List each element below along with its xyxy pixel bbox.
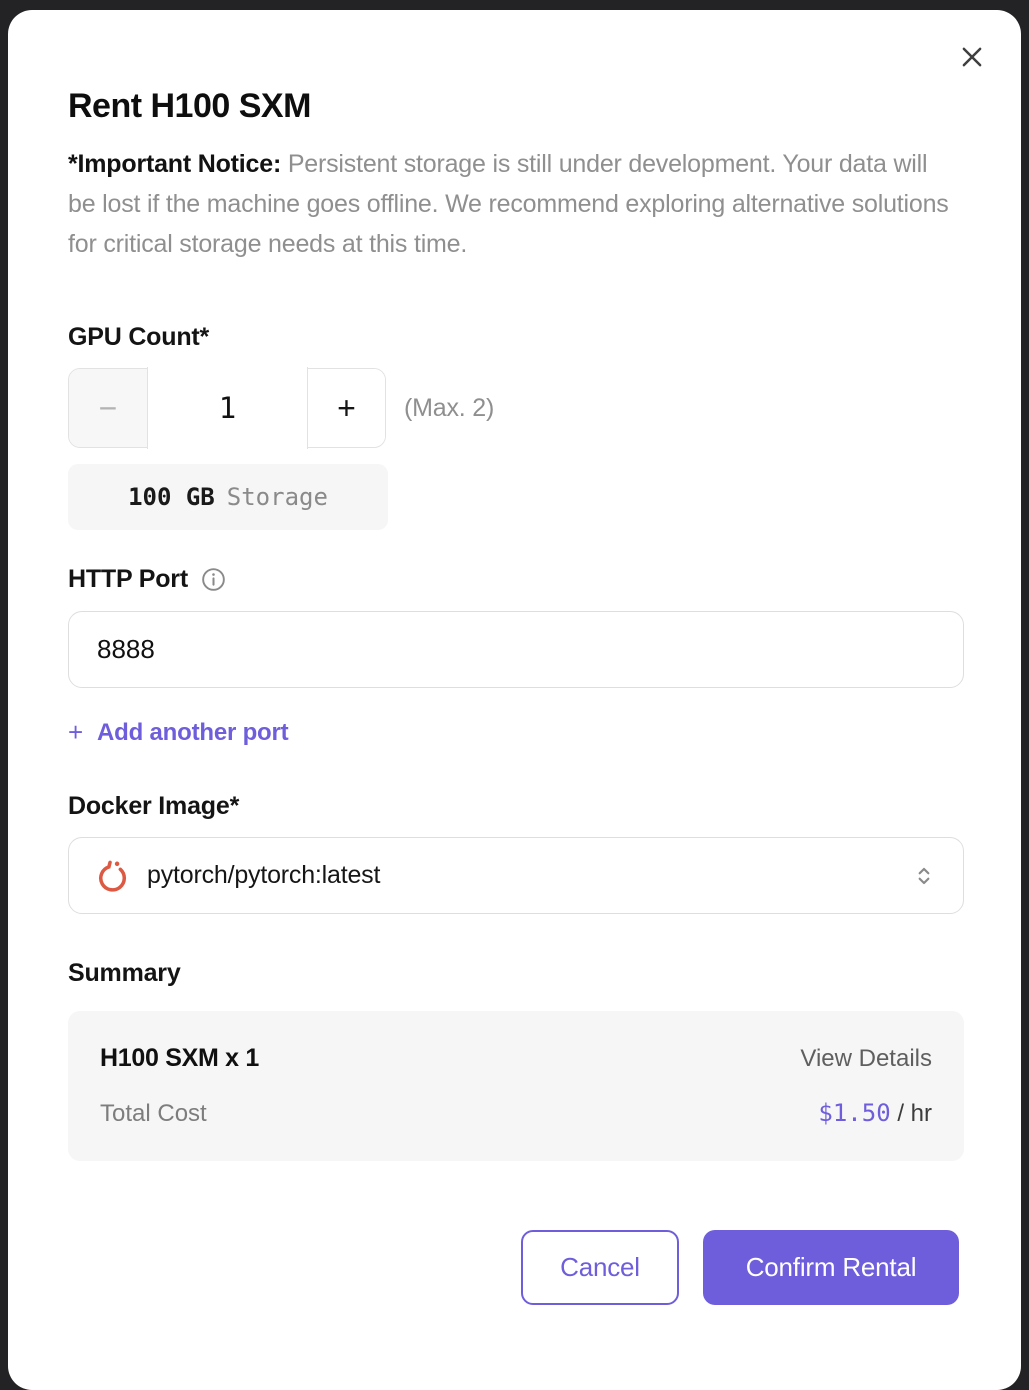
storage-badge: 100 GB Storage: [68, 464, 388, 530]
gpu-count-stepper: − 1 +: [68, 367, 386, 449]
increment-button[interactable]: +: [308, 369, 385, 447]
add-another-port-link[interactable]: + Add another port: [68, 717, 289, 748]
total-cost-label: Total Cost: [100, 1100, 207, 1127]
gpu-count-value[interactable]: 1: [147, 367, 308, 449]
rent-gpu-modal: Rent H100 SXM *Important Notice: Persist…: [8, 10, 1021, 1390]
add-another-port-label: Add another port: [96, 718, 289, 746]
action-buttons-row: Cancel Confirm Rental: [68, 1230, 959, 1305]
important-notice: *Important Notice: Persistent storage is…: [68, 144, 959, 264]
docker-image-value: pytorch/pytorch:latest: [147, 861, 381, 889]
info-icon[interactable]: [200, 566, 227, 593]
cancel-button[interactable]: Cancel: [521, 1230, 679, 1305]
decrement-button[interactable]: −: [69, 369, 147, 447]
plus-icon: +: [68, 717, 83, 747]
summary-label: Summary: [68, 959, 181, 987]
gpu-count-label: GPU Count*: [68, 323, 210, 351]
storage-unit-label: Storage: [226, 483, 328, 511]
price-value: $1.50: [818, 1099, 891, 1127]
close-button[interactable]: [955, 40, 989, 74]
page-title: Rent H100 SXM: [68, 87, 311, 125]
price-wrap: $1.50 / hr: [818, 1099, 932, 1128]
price-unit: / hr: [890, 1100, 932, 1127]
max-gpu-note: (Max. 2): [404, 393, 495, 422]
summary-cost-row: Total Cost $1.50 / hr: [100, 1099, 932, 1128]
close-icon: [957, 42, 987, 72]
confirm-rental-button[interactable]: Confirm Rental: [703, 1230, 959, 1305]
pytorch-icon: [95, 859, 129, 893]
chevron-up-down-icon: [911, 863, 937, 889]
storage-value: 100 GB: [128, 483, 215, 511]
notice-bold-text: *Important Notice:: [68, 150, 282, 178]
http-port-label: HTTP Port: [68, 565, 188, 593]
summary-card: H100 SXM x 1 View Details Total Cost $1.…: [68, 1011, 964, 1161]
http-port-input[interactable]: [68, 611, 964, 688]
http-port-label-row: HTTP Port: [68, 564, 959, 594]
docker-image-label: Docker Image*: [68, 792, 240, 820]
docker-image-select[interactable]: pytorch/pytorch:latest: [68, 837, 964, 914]
summary-item-name: H100 SXM x 1: [100, 1044, 259, 1072]
summary-item-row: H100 SXM x 1 View Details: [100, 1044, 932, 1073]
gpu-count-row: − 1 + (Max. 2): [68, 367, 959, 449]
view-details-link[interactable]: View Details: [800, 1045, 932, 1073]
